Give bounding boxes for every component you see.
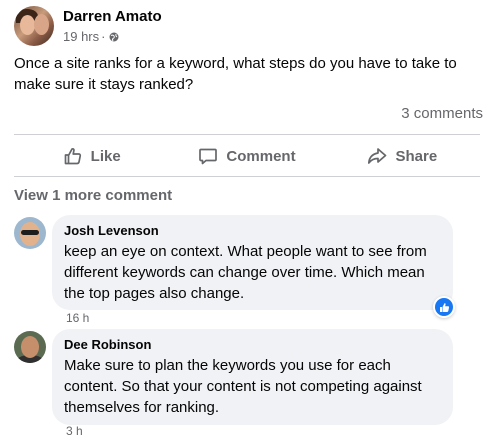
author-avatar[interactable]: [14, 6, 54, 46]
comment-timestamp[interactable]: 3 h: [66, 424, 83, 438]
thumbs-up-icon: [64, 148, 81, 165]
comment-button[interactable]: Comment: [169, 138, 324, 174]
comment-item: Dee Robinson Make sure to plan the keywo…: [14, 329, 453, 425]
view-more-comments-link[interactable]: View 1 more comment: [14, 187, 172, 204]
comment-bubble: Josh Levenson keep an eye on context. Wh…: [52, 215, 453, 310]
like-button[interactable]: Like: [14, 138, 169, 174]
comment-text: Make sure to plan the keywords you use f…: [64, 357, 422, 416]
post-header: Darren Amato 19 hrs ·: [14, 6, 162, 50]
commenter-avatar[interactable]: [14, 217, 46, 249]
commenter-name[interactable]: Dee Robinson: [64, 337, 441, 353]
post-time-text[interactable]: 19 hrs: [63, 29, 99, 44]
time-separator: ·: [101, 29, 106, 44]
reaction-badge[interactable]: [433, 296, 455, 318]
share-label: Share: [395, 147, 438, 165]
post-timestamp[interactable]: 19 hrs ·: [63, 29, 162, 44]
globe-icon: [109, 32, 119, 41]
commenter-name[interactable]: Josh Levenson: [64, 223, 441, 239]
comment-timestamp[interactable]: 16 h: [66, 311, 89, 325]
comment-count-link[interactable]: 3 comments: [401, 105, 483, 122]
share-button[interactable]: Share: [325, 138, 480, 174]
like-icon: [439, 302, 449, 312]
commenter-avatar[interactable]: [14, 331, 46, 363]
divider: [14, 134, 480, 135]
post-action-bar: Like Comment Share: [14, 138, 480, 174]
post-meta: Darren Amato 19 hrs ·: [63, 8, 162, 44]
comment-bubble: Dee Robinson Make sure to plan the keywo…: [52, 329, 453, 425]
share-icon: [368, 148, 387, 164]
like-label: Like: [90, 147, 121, 165]
post-body-text: Once a site ranks for a keyword, what st…: [14, 55, 457, 93]
comment-icon: [199, 148, 218, 165]
comment-label: Comment: [226, 147, 296, 165]
divider: [14, 176, 480, 177]
author-name[interactable]: Darren Amato: [63, 8, 162, 26]
comment-text: keep an eye on context. What people want…: [64, 243, 427, 302]
comment-item: Josh Levenson keep an eye on context. Wh…: [14, 215, 453, 310]
